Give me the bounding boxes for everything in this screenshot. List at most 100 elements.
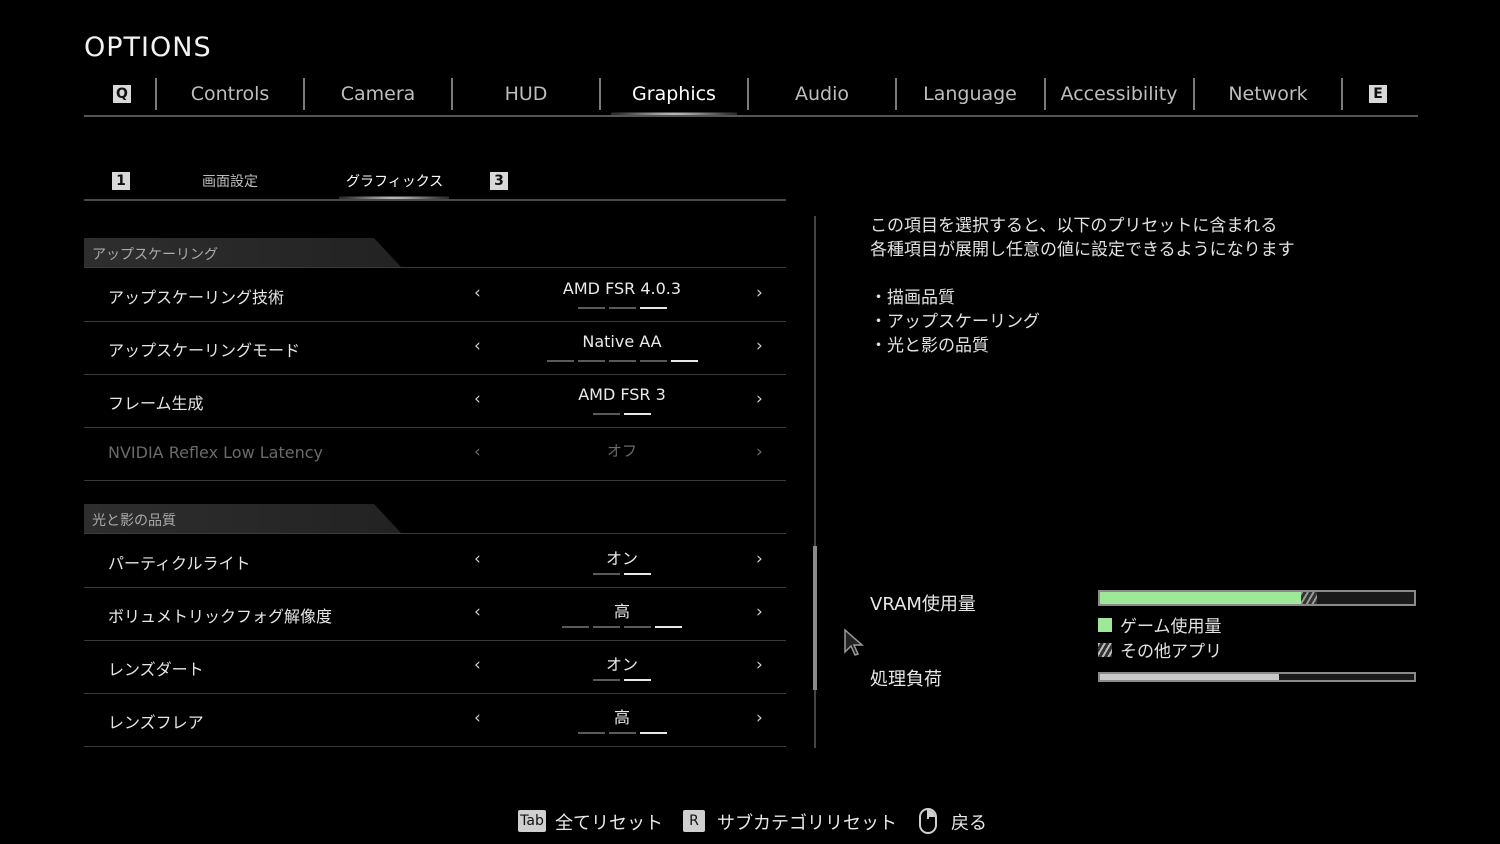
tab-language[interactable]: Language: [897, 72, 1043, 116]
step-segment: [546, 360, 574, 362]
processing-load-fill: [1100, 674, 1279, 680]
setting-row-volumetric-fog[interactable]: ボリュメトリックフォグ解像度 ‹ 高 ›: [84, 588, 786, 641]
setting-name: レンズダート: [108, 660, 204, 679]
tab-audio[interactable]: Audio: [749, 72, 895, 116]
subtab-prev-key[interactable]: 1: [112, 164, 130, 198]
chevron-left-icon[interactable]: ‹: [474, 336, 481, 356]
scrollbar-thumb[interactable]: [813, 546, 817, 690]
step-segment: [624, 626, 651, 628]
setting-name: フレーム生成: [108, 394, 204, 413]
setting-row-lens-dirt[interactable]: レンズダート ‹ オン ›: [84, 641, 786, 694]
tab-bar-divider: [84, 115, 1418, 117]
chevron-left-icon[interactable]: ‹: [474, 389, 481, 409]
section-divider: [84, 533, 786, 534]
chevron-left-icon[interactable]: ‹: [474, 283, 481, 303]
step-segment: [577, 307, 605, 309]
chevron-right-icon[interactable]: ›: [756, 389, 763, 409]
mouse-right-click-icon: [919, 808, 937, 834]
value-step-indicator: [502, 626, 742, 628]
step-segment: [608, 307, 636, 309]
footer-actions: Tab 全てリセット R サブカテゴリリセット 戻る: [0, 806, 1500, 836]
tab-next-key[interactable]: E: [1367, 72, 1389, 116]
legend-label: その他アプリ: [1120, 642, 1222, 662]
legend-other-apps: その他アプリ: [1098, 637, 1222, 662]
bullet-item: ・光と影の品質: [870, 336, 989, 356]
value-step-indicator: [502, 573, 742, 575]
chevron-left-icon: ‹: [474, 442, 481, 462]
tab-graphics[interactable]: Graphics: [601, 72, 747, 116]
tab-prev-key[interactable]: Q: [111, 72, 133, 116]
description-bullets: ・描画品質 ・アップスケーリング ・光と影の品質: [870, 286, 1430, 358]
setting-name: アップスケーリング技術: [108, 288, 285, 307]
tab-network[interactable]: Network: [1195, 72, 1341, 116]
reset-all-button[interactable]: 全てリセット: [555, 809, 663, 835]
reset-subcategory-button[interactable]: サブカテゴリリセット: [717, 809, 897, 835]
subtab-next-key[interactable]: 3: [490, 164, 508, 198]
value-step-indicator: [502, 732, 742, 734]
step-segment: [593, 626, 620, 628]
sub-tab-divider: [84, 199, 786, 201]
top-tab-bar: Q Controls Camera HUD Graphics Audio Lan…: [84, 72, 1418, 116]
step-segment: [577, 360, 605, 362]
chevron-right-icon[interactable]: ›: [756, 602, 763, 622]
subtab-display-settings[interactable]: 画面設定: [202, 164, 258, 198]
step-segment: [593, 573, 620, 575]
subtab-graphics[interactable]: グラフィックス: [346, 164, 443, 198]
tab-controls[interactable]: Controls: [157, 72, 303, 116]
setting-row-particle-lights[interactable]: パーティクルライト ‹ オン ›: [84, 535, 786, 588]
chevron-right-icon[interactable]: ›: [756, 283, 763, 303]
chevron-right-icon[interactable]: ›: [756, 336, 763, 356]
setting-row-lens-flare[interactable]: レンズフレア ‹ 高 ›: [84, 694, 786, 747]
chevron-right-icon[interactable]: ›: [756, 708, 763, 728]
step-segment: [608, 732, 636, 734]
setting-row-upscaling-mode[interactable]: アップスケーリングモード ‹ Native AA ›: [84, 322, 786, 375]
description-line: この項目を選択すると、以下のプリセットに含まれる: [870, 216, 1278, 236]
setting-value: オン: [605, 655, 638, 674]
value-step-indicator: [502, 679, 742, 681]
chevron-right-icon[interactable]: ›: [756, 655, 763, 675]
setting-name: レンズフレア: [108, 713, 204, 732]
chevron-left-icon[interactable]: ‹: [474, 655, 481, 675]
step-segment: [608, 360, 636, 362]
processing-load-label: 処理負荷: [870, 669, 942, 690]
setting-name: ボリュメトリックフォグ解像度: [108, 607, 333, 626]
setting-row-upscaling-tech[interactable]: アップスケーリング技術 ‹ AMD FSR 4.0.3 ›: [84, 269, 786, 322]
value-step-indicator: [502, 413, 742, 415]
step-segment: [639, 360, 667, 362]
step-segment: [562, 626, 589, 628]
three-key-icon: 3: [490, 172, 508, 190]
mouse-cursor-icon: [844, 628, 864, 656]
step-segment: [593, 413, 620, 415]
vram-game-fill: [1100, 592, 1301, 604]
setting-name: アップスケーリングモード: [108, 341, 301, 360]
chevron-left-icon[interactable]: ‹: [474, 602, 481, 622]
setting-value: AMD FSR 4.0.3: [562, 279, 682, 298]
vram-other-fill: [1301, 592, 1317, 604]
section-header-upscaling: アップスケーリング: [84, 238, 786, 268]
setting-value: オフ: [606, 442, 637, 460]
step-segment: [670, 360, 698, 362]
setting-value: 高: [613, 602, 630, 621]
tab-accessibility[interactable]: Accessibility: [1046, 72, 1192, 116]
setting-value: Native AA: [582, 332, 662, 351]
back-button[interactable]: 戻る: [951, 809, 987, 835]
chevron-right-icon[interactable]: ›: [756, 549, 763, 569]
game-usage-swatch: [1098, 617, 1112, 632]
sub-tab-bar: 1 画面設定 グラフィックス 3: [84, 164, 786, 200]
section-title: アップスケーリング: [92, 247, 218, 263]
setting-description: この項目を選択すると、以下のプリセットに含まれる 各種項目が展開し任意の値に設定…: [870, 214, 1430, 358]
step-segment: [624, 573, 651, 575]
tab-divider: [1341, 78, 1343, 110]
chevron-left-icon[interactable]: ‹: [474, 549, 481, 569]
setting-name: パーティクルライト: [108, 554, 251, 573]
setting-name: NVIDIA Reflex Low Latency: [108, 443, 323, 462]
step-segment: [639, 307, 667, 309]
processing-load-bar: [1098, 672, 1416, 682]
chevron-left-icon[interactable]: ‹: [474, 708, 481, 728]
r-key-icon: R: [683, 810, 705, 832]
setting-value: オン: [605, 549, 638, 568]
tab-camera[interactable]: Camera: [305, 72, 451, 116]
tab-hud[interactable]: HUD: [453, 72, 599, 116]
setting-row-frame-generation[interactable]: フレーム生成 ‹ AMD FSR 3 ›: [84, 375, 786, 428]
step-segment: [655, 626, 682, 628]
